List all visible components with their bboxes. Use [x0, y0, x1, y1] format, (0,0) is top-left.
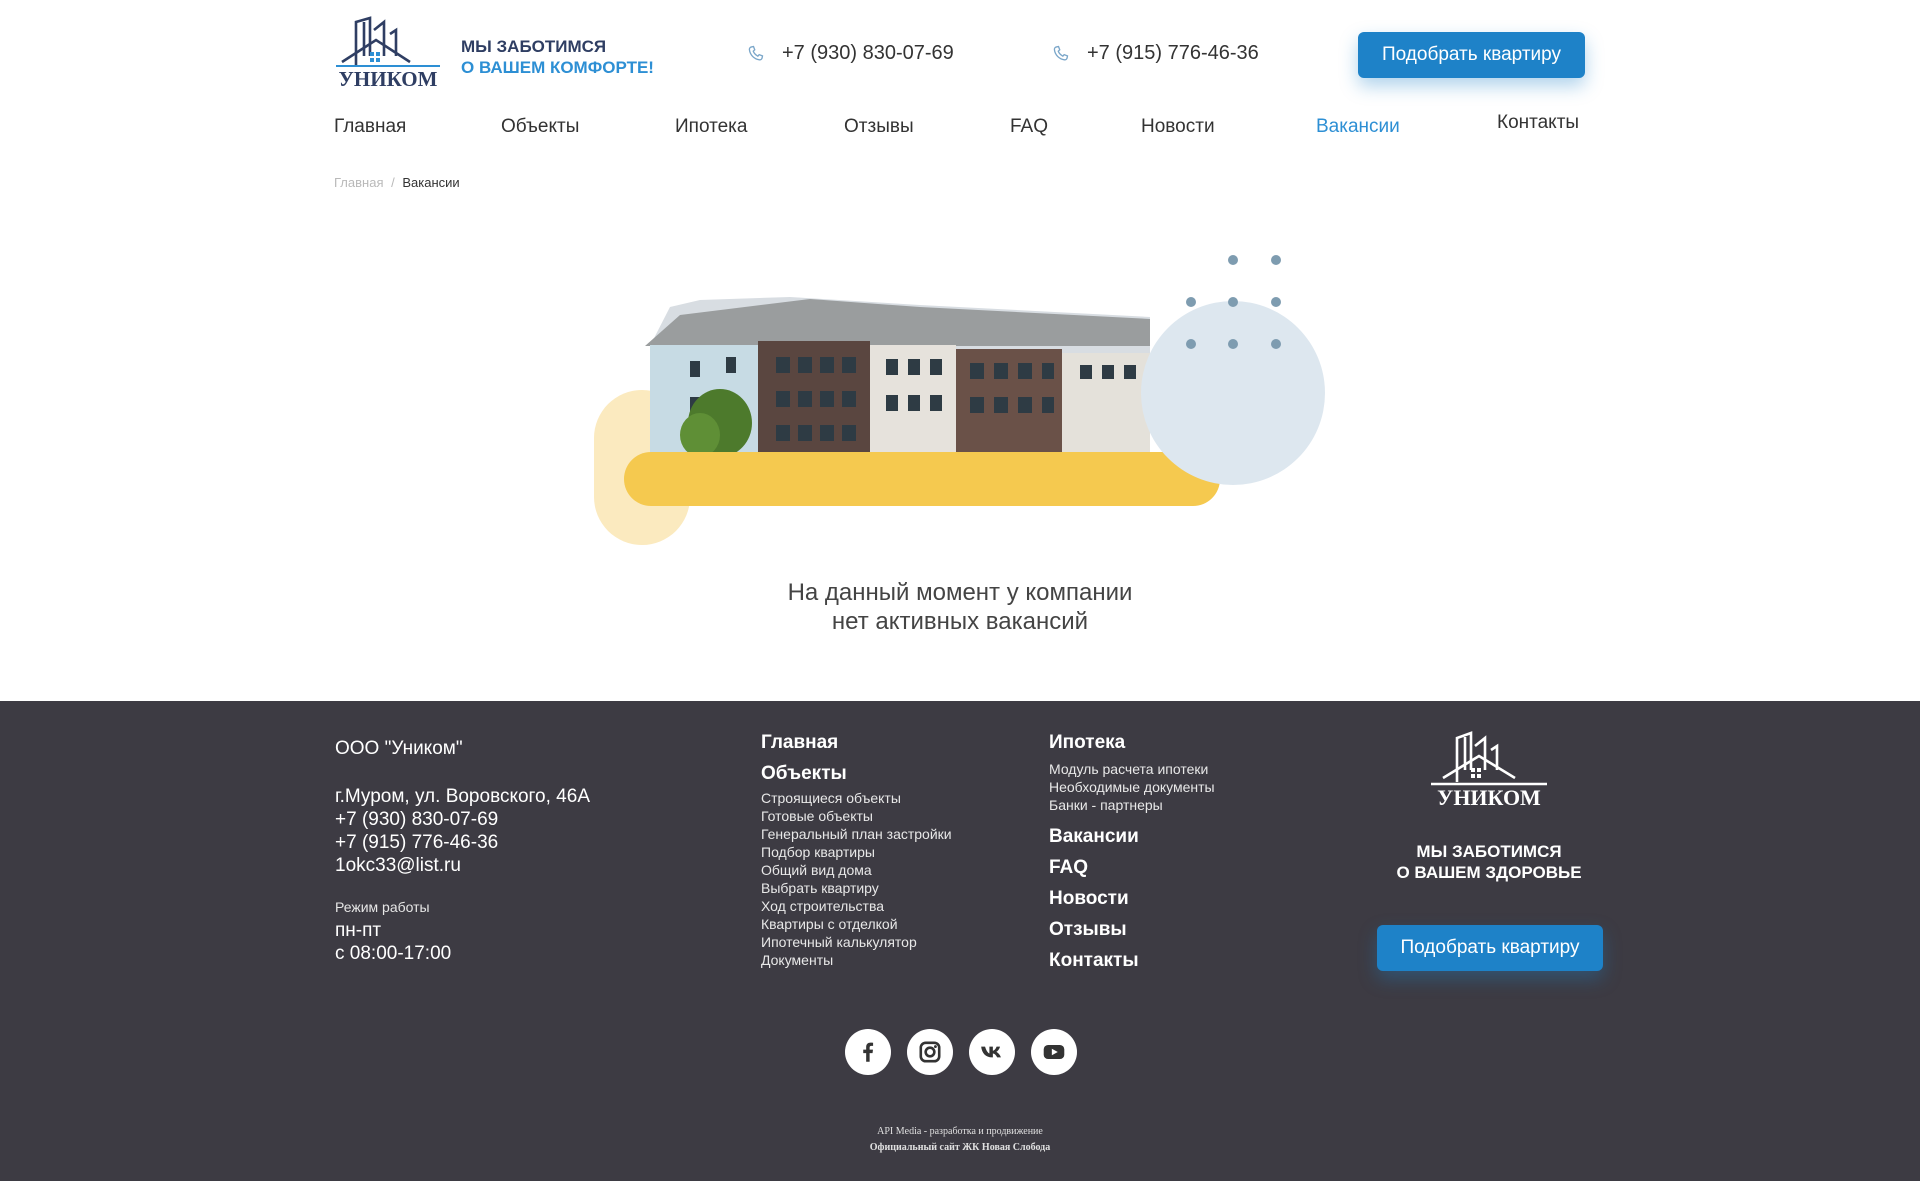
nav-item-news[interactable]: Новости	[1141, 116, 1215, 138]
footer-link-home[interactable]: Главная	[761, 732, 952, 754]
footer-hours-label: Режим работы	[335, 899, 430, 915]
footer-sublink[interactable]: Строящиеся объекты	[761, 789, 952, 807]
tagline-line2: О ВАШЕМ КОМФОРТЕ!	[461, 58, 654, 77]
building-image	[645, 297, 1150, 457]
footer-sublink[interactable]: Ипотечный калькулятор	[761, 933, 952, 951]
footer-hours-days: пн-пт	[335, 920, 382, 941]
decor-shape	[624, 452, 1220, 506]
header-phone-2[interactable]: +7 (915) 776-46-36	[1051, 42, 1259, 65]
find-apartment-button[interactable]: Подобрать квартиру	[1358, 32, 1585, 78]
nav-item-faq[interactable]: FAQ	[1010, 116, 1048, 138]
vk-icon	[981, 1046, 1001, 1058]
nav-item-home[interactable]: Главная	[334, 116, 406, 138]
site-header: УНИКОМ МЫ ЗАБОТИМСЯ О ВАШЕМ КОМФОРТЕ! +7…	[0, 0, 1920, 190]
breadcrumb-current: Вакансии	[402, 175, 460, 190]
footer-link-faq[interactable]: FAQ	[1049, 857, 1215, 879]
footer-credit-site: Официальный сайт ЖК Новая Слобода	[869, 1142, 1051, 1153]
footer-hours-time: с 08:00-17:00	[335, 943, 452, 964]
footer-tagline-line1: МЫ ЗАБОТИМСЯ	[1416, 842, 1562, 861]
phone-number[interactable]: +7 (930) 830-07-69	[782, 42, 954, 65]
nav-item-contacts[interactable]: Контакты	[1497, 112, 1579, 134]
nav-item-reviews[interactable]: Отзывы	[844, 116, 914, 138]
footer-sublink[interactable]: Квартиры с отделкой	[761, 915, 952, 933]
no-vacancies-message: На данный момент у компании нет активных…	[660, 578, 1260, 636]
nav-item-objects[interactable]: Объекты	[501, 116, 579, 138]
instagram-link[interactable]	[907, 1029, 953, 1075]
breadcrumb-home-link[interactable]: Главная	[334, 175, 383, 190]
footer-credit-developer[interactable]: API Media - разработка и продвижение	[0, 1126, 1920, 1137]
phone-icon	[748, 45, 764, 61]
footer-sublink[interactable]: Подбор квартиры	[761, 843, 952, 861]
footer-tagline: МЫ ЗАБОТИМСЯ О ВАШЕМ ЗДОРОВЬЕ	[1350, 841, 1628, 883]
footer-nav-column-2: Ипотека Модуль расчета ипотеки Необходим…	[1049, 732, 1215, 972]
facebook-link[interactable]	[845, 1029, 891, 1075]
social-links	[845, 1029, 1077, 1075]
phone-icon	[1053, 45, 1069, 61]
footer-company-name: ООО "Уником"	[335, 738, 463, 759]
footer-sublink[interactable]: Генеральный план застройки	[761, 825, 952, 843]
header-tagline: МЫ ЗАБОТИМСЯ О ВАШЕМ КОМФОРТЕ!	[461, 36, 654, 78]
footer-link-contacts[interactable]: Контакты	[1049, 950, 1215, 972]
decor-shape	[1141, 301, 1325, 485]
footer-sublink[interactable]: Модуль расчета ипотеки	[1049, 760, 1215, 778]
nav-item-mortgage[interactable]: Ипотека	[675, 116, 747, 138]
footer-hours: пн-пт с 08:00-17:00	[335, 919, 451, 965]
facebook-icon	[863, 1042, 874, 1062]
svg-text:УНИКОМ: УНИКОМ	[339, 67, 438, 90]
footer-tagline-line2: О ВАШЕМ ЗДОРОВЬЕ	[1396, 863, 1582, 882]
svg-text:УНИКОМ: УНИКОМ	[1437, 785, 1541, 808]
footer-sublink[interactable]: Необходимые документы	[1049, 778, 1215, 796]
nav-item-vacancies[interactable]: Вакансии	[1316, 116, 1400, 138]
main-nav: Главная Объекты Ипотека Отзывы FAQ Новос…	[334, 112, 1590, 140]
instagram-icon	[919, 1041, 941, 1063]
youtube-icon	[1043, 1044, 1065, 1060]
message-line1: На данный момент у компании	[787, 579, 1133, 606]
footer-sublink[interactable]: Готовые объекты	[761, 807, 952, 825]
tagline-line1: МЫ ЗАБОТИМСЯ	[461, 37, 607, 56]
breadcrumb-separator: /	[391, 175, 395, 190]
unikom-logo[interactable]: УНИКОМ	[334, 16, 442, 90]
header-phone-1[interactable]: +7 (930) 830-07-69	[746, 42, 954, 65]
footer-link-objects[interactable]: Объекты	[761, 763, 952, 785]
footer-nav-column-1: Главная Объекты Строящиеся объекты Готов…	[761, 732, 952, 969]
footer-find-apartment-button[interactable]: Подобрать квартиру	[1377, 925, 1603, 971]
vk-link[interactable]	[969, 1029, 1015, 1075]
site-footer: ООО "Уником" г.Муром, ул. Воровского, 46…	[0, 701, 1920, 1181]
footer-email[interactable]: 1okc33@list.ru	[335, 854, 590, 877]
footer-phone-2[interactable]: +7 (915) 776-46-36	[335, 831, 590, 854]
footer-sublink[interactable]: Документы	[761, 951, 952, 969]
footer-phone-1[interactable]: +7 (930) 830-07-69	[335, 808, 590, 831]
footer-sublink[interactable]: Банки - партнеры	[1049, 796, 1215, 814]
footer-contacts: г.Муром, ул. Воровского, 46А +7 (930) 83…	[335, 785, 590, 877]
footer-link-news[interactable]: Новости	[1049, 888, 1215, 910]
footer-link-reviews[interactable]: Отзывы	[1049, 919, 1215, 941]
footer-link-mortgage[interactable]: Ипотека	[1049, 732, 1215, 754]
hero-illustration	[594, 255, 1325, 545]
breadcrumb: Главная / Вакансии	[334, 175, 460, 190]
footer-address: г.Муром, ул. Воровского, 46А	[335, 786, 590, 807]
phone-number[interactable]: +7 (915) 776-46-36	[1087, 42, 1259, 65]
youtube-link[interactable]	[1031, 1029, 1077, 1075]
footer-logo[interactable]: УНИКОМ	[1427, 730, 1551, 808]
footer-link-vacancies[interactable]: Вакансии	[1049, 826, 1215, 848]
message-line2: нет активных вакансий	[831, 608, 1089, 635]
footer-sublink[interactable]: Общий вид дома	[761, 861, 952, 879]
footer-sublink[interactable]: Выбрать квартиру	[761, 879, 952, 897]
footer-sublink[interactable]: Ход строительства	[761, 897, 952, 915]
